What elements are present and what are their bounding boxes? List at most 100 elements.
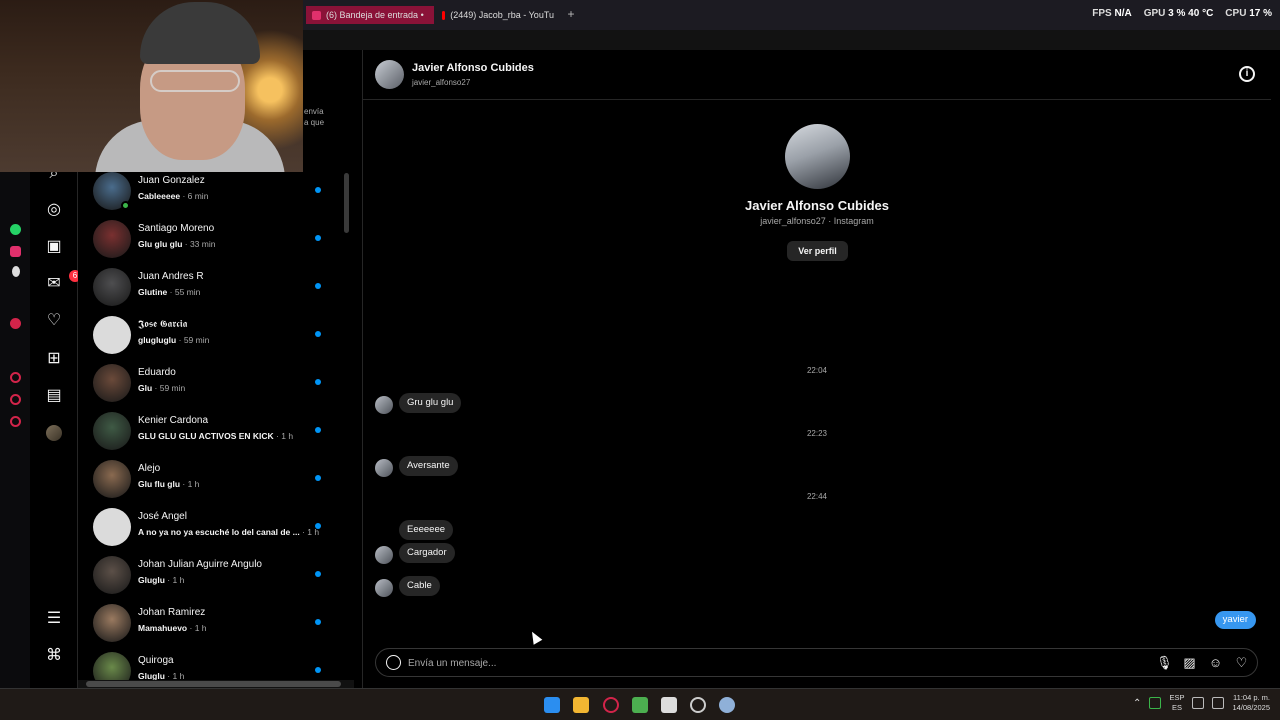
chat-title[interactable]: Javier Alfonso Cubides [412,62,534,74]
list-item[interactable]: Eduardo Glu · 59 min [78,360,343,408]
preview-time: · 59 min [154,383,186,393]
profile-subtitle: javier_alfonso27 · Instagram [760,216,874,226]
whatsapp-icon[interactable] [10,224,21,235]
online-indicator [121,201,130,210]
list-item[interactable]: José Angel A no ya no ya escuché lo del c… [78,504,343,552]
messages-icon[interactable]: ✉ 6 [44,270,81,294]
unread-dot [315,331,321,337]
unread-dot [315,619,321,625]
list-item[interactable]: Johan Ramirez Mamahuevo · 1 h [78,600,343,648]
horizontal-scrollbar[interactable] [78,680,354,688]
settings-icon[interactable] [10,416,21,427]
fps-label: FPS [1092,8,1112,19]
list-item[interactable]: Johan Julian Aguirre Angulo Gluglu · 1 h [78,552,343,600]
conversation-name: José Angel [138,511,187,522]
dashboard-icon[interactable]: ▤ [44,386,64,406]
avatar[interactable] [46,425,62,441]
fps-value: N/A [1114,8,1132,19]
list-item[interactable]: 𝕵𝖔𝖘𝖊 𝕲𝖆𝖗𝖈𝖎𝖆 glugluglu · 59 min [78,312,343,360]
streamlabs-icon[interactable] [661,697,677,713]
performance-stats: FPS N/A GPU 3 % 40 °C CPU 17 % [1092,8,1272,19]
microphone-icon[interactable]: 🎙 [1156,655,1173,670]
list-item[interactable]: Santiago Moreno Glu glu glu · 33 min [78,216,343,264]
avatar [93,220,131,258]
tab-instagram[interactable]: (6) Bandeja de entrada • [306,6,434,24]
opera-sidebar [0,160,30,695]
message-bubble[interactable]: Cable [399,576,440,596]
reels-icon[interactable]: ▣ [44,237,64,257]
threads-icon[interactable]: ⌘ [44,646,64,666]
youtube-icon [442,10,446,20]
instagram-icon[interactable] [10,246,21,257]
message-bubble[interactable]: Cargador [399,543,455,563]
list-item[interactable]: Juan Gonzalez Cableeeee · 6 min [78,168,343,216]
history-icon[interactable] [10,372,21,383]
conversation-preview: GLU GLU GLU ACTIVOS EN KICK · 1 h [138,431,293,441]
opera-gx-icon[interactable] [603,697,619,713]
display-icon[interactable] [1192,697,1205,709]
chevron-up-icon[interactable]: ⌃ [1133,698,1141,709]
preview-time: · 33 min [184,239,216,249]
avatar [375,579,393,597]
keyboard-layout: ES [1171,703,1182,712]
scrollbar-thumb[interactable] [344,173,349,233]
new-tab-button[interactable]: + [565,6,577,22]
unread-dot [315,235,321,241]
nvidia-icon[interactable] [632,697,648,713]
clock-date: 14/08/2025 [1232,703,1270,712]
avatar [375,459,393,477]
preview-text: Glu glu glu [138,239,183,249]
message-bubble[interactable]: Eeeeeee [399,520,454,540]
unread-dot [315,667,321,673]
conversation-preview: glugluglu · 59 min [138,335,209,345]
preview-text: glugluglu [138,335,177,345]
settings-icon[interactable] [719,697,735,713]
unread-dot [315,523,321,529]
music-icon[interactable] [10,318,21,329]
emoji-icon[interactable] [386,655,401,670]
list-item[interactable]: Kenier Cardona GLU GLU GLU ACTIVOS EN KIC… [78,408,343,456]
message-bubble[interactable]: Aversante [399,456,458,476]
image-icon[interactable]: ▨ [1182,655,1197,670]
list-item[interactable]: Alejo Glu flu glu · 1 h [78,456,343,504]
start-icon[interactable] [544,697,560,713]
clock[interactable]: 11:04 p. m. 14/08/2025 [1232,693,1270,713]
scrollbar-thumb[interactable] [86,681,341,687]
microphone-icon[interactable] [1149,697,1162,709]
avatar[interactable] [375,60,404,89]
list-scrollbar[interactable] [344,165,350,685]
explore-icon[interactable]: ◎ [44,200,64,220]
message-timestamp: 22:44 [806,492,828,501]
message-timestamp: 22:04 [806,366,828,375]
cpu-label: CPU [1225,8,1247,19]
obs-icon[interactable] [690,697,706,713]
tab-youtube[interactable]: (2449) Jacob_rba - YouTu [436,6,560,24]
webcam-glasses [150,70,240,92]
conversation-name: Juan Gonzalez [138,175,205,186]
like-heart-icon[interactable]: ♡ [1234,655,1249,670]
sticker-icon[interactable]: ☺ [1208,655,1223,670]
avatar [375,546,393,564]
message-bubble[interactable]: Gru glu glu [399,393,462,413]
info-icon[interactable]: i [1239,66,1255,82]
tiktok-icon[interactable] [12,266,20,277]
view-profile-button[interactable]: Ver perfil [787,241,848,261]
list-item[interactable]: Juan Andres R Glutine · 55 min [78,264,343,312]
message-input[interactable] [408,654,1108,672]
conversation-name: Eduardo [138,367,176,378]
volume-icon[interactable] [1212,697,1225,709]
preview-time: · 1 h [276,431,294,441]
unread-dot [315,427,321,433]
conversation-preview: Gluglu · 1 h [138,575,184,585]
file-explorer-icon[interactable] [573,697,589,713]
sent-message-bubble[interactable]: yavier [1214,611,1256,629]
create-icon[interactable]: ⊞ [44,349,64,369]
extensions-icon[interactable] [10,394,21,405]
notifications-icon[interactable]: ♡ [44,311,64,331]
language-indicator[interactable]: ESP ES [1169,693,1184,713]
webcam-overlay [0,0,303,172]
unread-dot [315,187,321,193]
webcam-cap [140,2,260,64]
conversation-preview: Cableeeee · 6 min [138,191,208,201]
menu-icon[interactable]: ☰ [44,609,64,629]
